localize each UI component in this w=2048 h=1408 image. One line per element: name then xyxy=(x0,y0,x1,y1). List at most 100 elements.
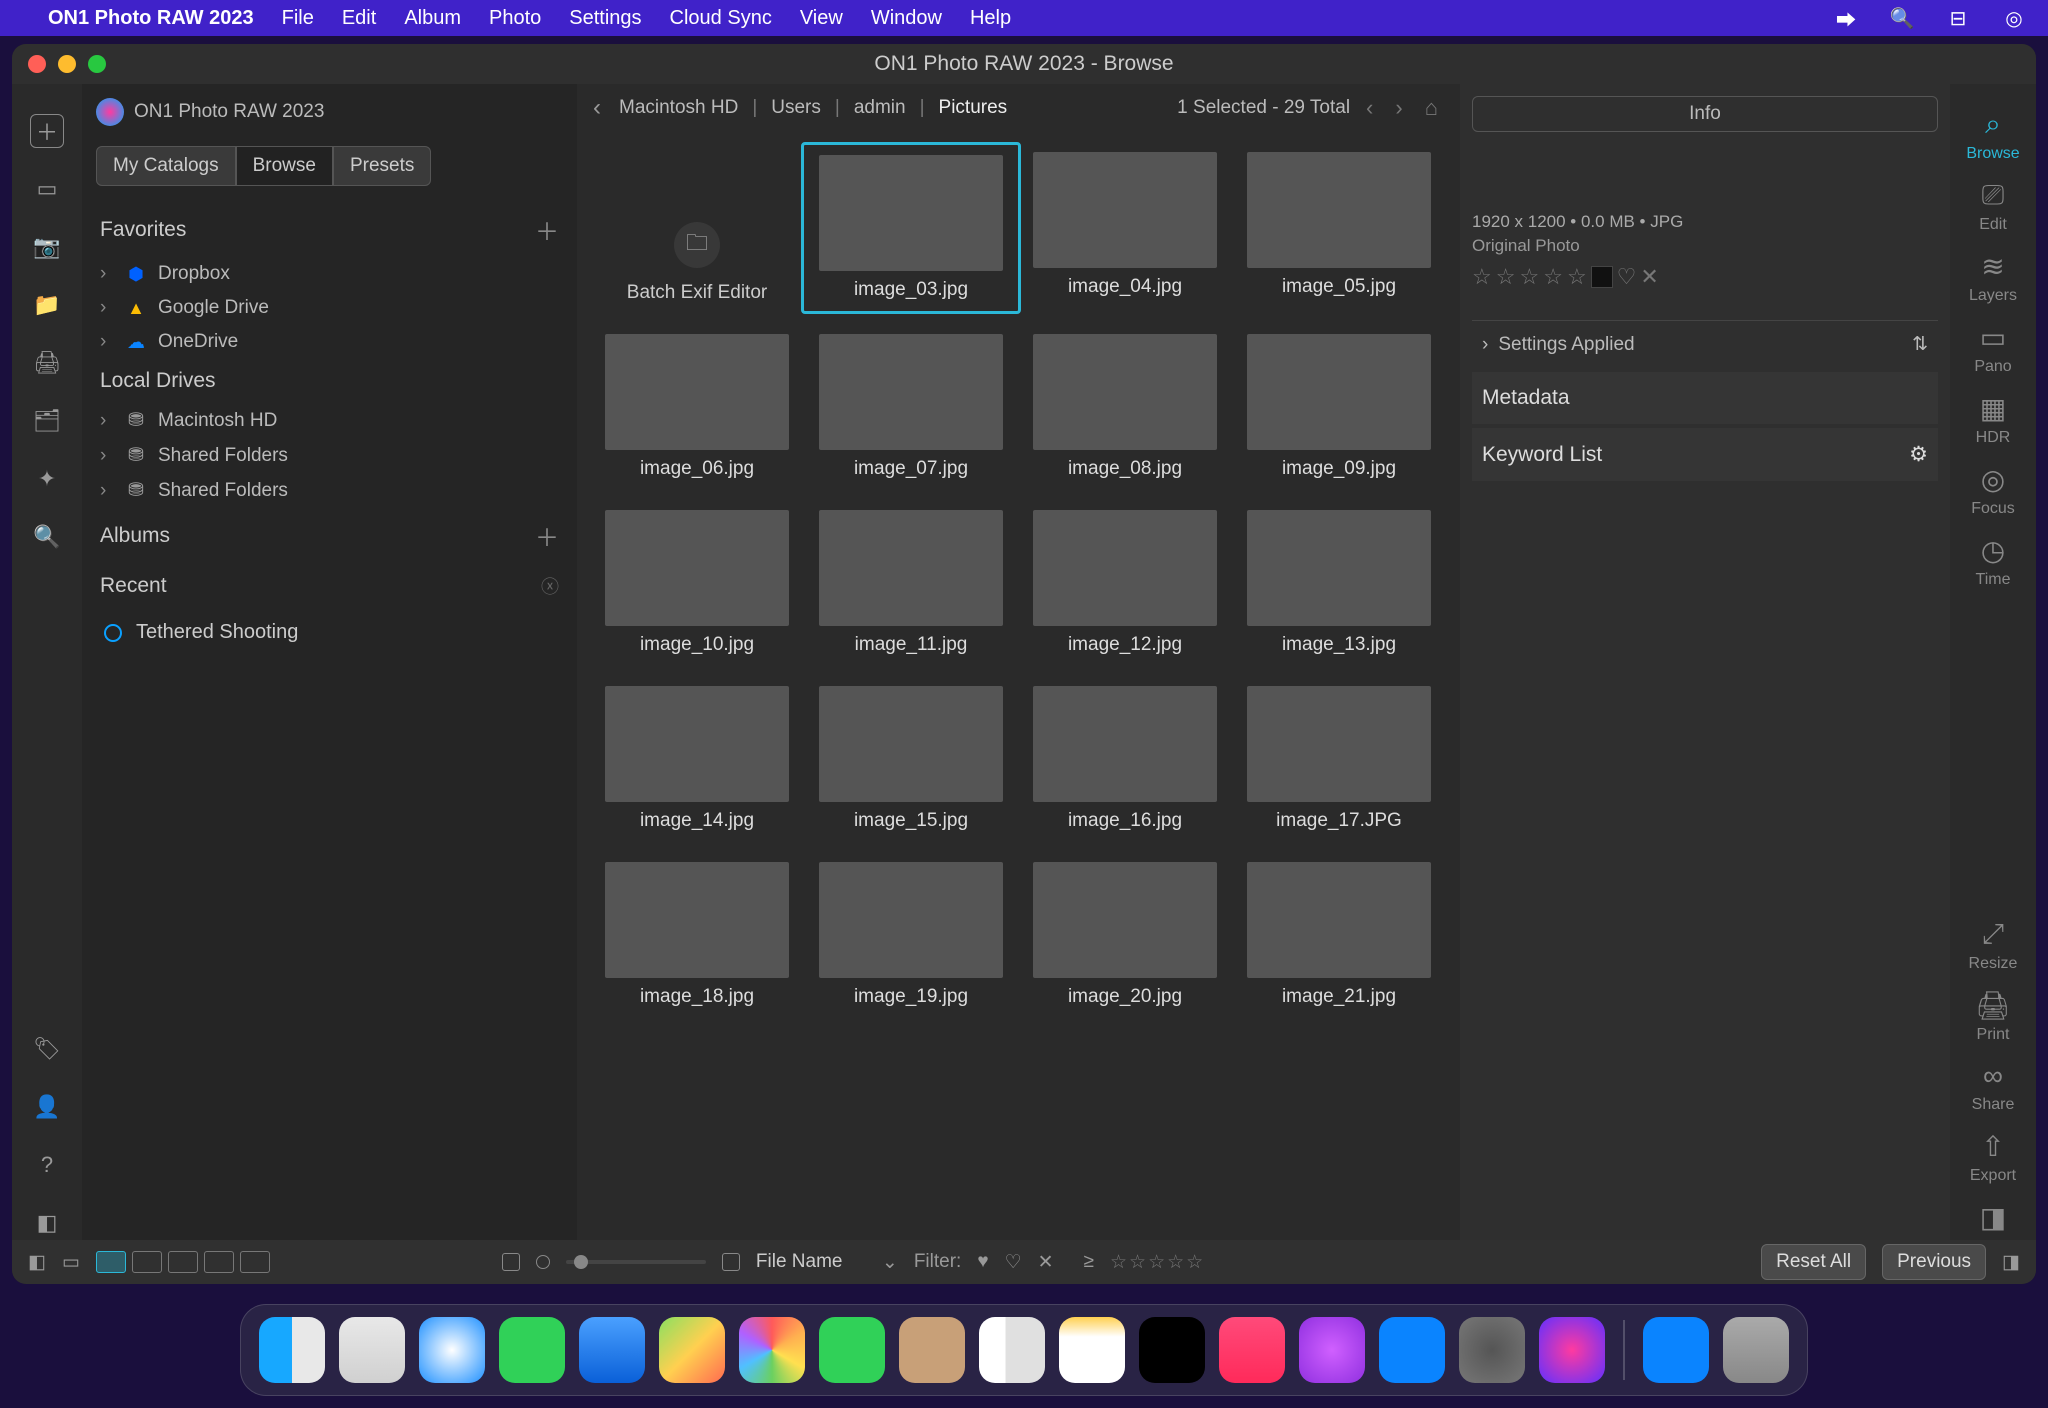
dock-music-icon[interactable] xyxy=(1219,1317,1285,1383)
options-icon[interactable]: ⇅ xyxy=(1912,333,1928,356)
maximize-window-button[interactable] xyxy=(88,55,106,73)
menu-cloud-sync[interactable]: Cloud Sync xyxy=(670,7,772,30)
tool-share[interactable]: ∞Share xyxy=(1950,1054,2036,1120)
sort-checkbox[interactable] xyxy=(722,1253,740,1271)
star-icon[interactable]: ☆ xyxy=(1543,264,1563,290)
print-icon[interactable]: 🖨 xyxy=(30,346,64,380)
lightbulb-icon[interactable]: ✦ xyxy=(30,462,64,496)
thumbnail[interactable]: image_10.jpg xyxy=(597,510,797,656)
import-folder-icon[interactable]: 📁 xyxy=(30,288,64,322)
thumbnail[interactable]: image_11.jpg xyxy=(811,510,1011,656)
filter-stars[interactable]: ☆☆☆☆☆ xyxy=(1110,1251,1205,1274)
recent-header[interactable]: Recent ⓧ xyxy=(82,563,577,609)
panel-toggle-icon[interactable]: ◧ xyxy=(28,1251,46,1274)
dock-settings-icon[interactable] xyxy=(1459,1317,1525,1383)
panel-toggle-icon[interactable]: ◨ xyxy=(2002,1251,2020,1274)
thumbnail[interactable]: image_19.jpg xyxy=(811,862,1011,1008)
sidebar-item-google-drive[interactable]: › ▲ Google Drive xyxy=(82,291,577,325)
menu-edit[interactable]: Edit xyxy=(342,7,376,30)
folder-up-icon[interactable]: ⌂ xyxy=(1425,95,1438,121)
search-icon[interactable]: 🔍 xyxy=(30,520,64,554)
settings-applied-row[interactable]: › Settings Applied ⇅ xyxy=(1472,320,1938,368)
thumbnail[interactable]: image_03.jpg xyxy=(801,142,1021,314)
filter-like-icon[interactable]: ♥ xyxy=(977,1251,988,1273)
dock-appletv-icon[interactable] xyxy=(1139,1317,1205,1383)
tab-browse[interactable]: Browse xyxy=(236,146,333,186)
rating-row[interactable]: ☆☆☆☆☆ ♡ ✕ xyxy=(1472,264,1938,290)
control-center-icon[interactable]: ⊟ xyxy=(1944,6,1972,31)
compare-view-icon[interactable] xyxy=(168,1251,198,1273)
siri-icon[interactable]: ◎ xyxy=(2000,6,2028,31)
info-panel-header[interactable]: Info xyxy=(1472,96,1938,132)
menu-settings[interactable]: Settings xyxy=(569,7,641,30)
dock-safari-icon[interactable] xyxy=(419,1317,485,1383)
sidebar-item-macintosh-hd[interactable]: › ⛃ Macintosh HD xyxy=(82,403,577,438)
dock-notes-icon[interactable] xyxy=(1059,1317,1125,1383)
tag-icon[interactable]: 🏷 xyxy=(30,1032,64,1066)
thumbnail[interactable]: image_08.jpg xyxy=(1025,334,1225,480)
previous-button[interactable]: Previous xyxy=(1882,1244,1986,1280)
dock-appstore-icon[interactable] xyxy=(1379,1317,1445,1383)
thumbnail[interactable]: image_06.jpg xyxy=(597,334,797,480)
thumbnail[interactable]: image_21.jpg xyxy=(1239,862,1439,1008)
tool-pano[interactable]: ▭Pano xyxy=(1950,315,2036,382)
sidebar-item-shared-folders[interactable]: › ⛃ Shared Folders xyxy=(82,438,577,473)
help-icon[interactable]: ? xyxy=(30,1148,64,1182)
user-icon[interactable]: 👤 xyxy=(30,1090,64,1124)
thumbnail[interactable]: image_20.jpg xyxy=(1025,862,1225,1008)
metadata-panel-header[interactable]: Metadata xyxy=(1472,372,1938,424)
favorites-header[interactable]: Favorites ＋ xyxy=(82,202,577,257)
dock-launchpad-icon[interactable] xyxy=(339,1317,405,1383)
albums-header[interactable]: Albums ＋ xyxy=(82,508,577,563)
filter-reject-icon[interactable]: ✕ xyxy=(1038,1251,1054,1274)
screen-icon[interactable]: ▭ xyxy=(30,172,64,206)
map-view-icon[interactable] xyxy=(240,1251,270,1273)
tab-presets[interactable]: Presets xyxy=(333,146,431,186)
dock-contacts-icon[interactable] xyxy=(899,1317,965,1383)
close-window-button[interactable] xyxy=(28,55,46,73)
dock-mail-icon[interactable] xyxy=(579,1317,645,1383)
filter-heart-icon[interactable]: ♡ xyxy=(1005,1251,1022,1274)
add-favorite-icon[interactable]: ＋ xyxy=(535,212,559,247)
next-image-icon[interactable]: › xyxy=(1395,95,1402,121)
thumbnail[interactable]: image_05.jpg xyxy=(1239,152,1439,304)
tool-edit[interactable]: ⎚Edit xyxy=(1950,173,2036,240)
thumbnail[interactable]: image_14.jpg xyxy=(597,686,797,832)
thumbnail[interactable]: image_16.jpg xyxy=(1025,686,1225,832)
star-icon[interactable]: ☆ xyxy=(1567,264,1587,290)
chevron-down-icon[interactable]: ⌄ xyxy=(882,1251,898,1274)
thumbnail[interactable]: image_07.jpg xyxy=(811,334,1011,480)
star-icon[interactable]: ☆ xyxy=(1496,264,1516,290)
breadcrumb-current[interactable]: Pictures xyxy=(939,97,1008,119)
dock-downloads-icon[interactable] xyxy=(1643,1317,1709,1383)
menu-file[interactable]: File xyxy=(282,7,314,30)
sidebar-item-shared-folders-2[interactable]: › ⛃ Shared Folders xyxy=(82,473,577,508)
thumbnail[interactable]: image_18.jpg xyxy=(597,862,797,1008)
thumbnail[interactable]: image_17.JPG xyxy=(1239,686,1439,832)
tool-focus[interactable]: ◎Focus xyxy=(1950,457,2036,524)
add-album-icon[interactable]: ＋ xyxy=(535,518,559,553)
tool-hdr[interactable]: ▦HDR xyxy=(1950,386,2036,453)
reset-all-button[interactable]: Reset All xyxy=(1761,1244,1866,1280)
camera-icon[interactable]: 📷 xyxy=(30,230,64,264)
survey-view-icon[interactable] xyxy=(204,1251,234,1273)
star-icon[interactable]: ☆ xyxy=(1472,264,1492,290)
filmstrip-view-icon[interactable]: ▭ xyxy=(62,1251,80,1274)
thumbnail[interactable]: image_09.jpg xyxy=(1239,334,1439,480)
stack-icon[interactable]: 🗂 xyxy=(30,404,64,438)
spotlight-icon[interactable]: 🔍 xyxy=(1888,6,1916,31)
menu-help[interactable]: Help xyxy=(970,7,1011,30)
dock-trash-icon[interactable] xyxy=(1723,1317,1789,1383)
panel-toggle-left-icon[interactable]: ◧ xyxy=(30,1206,64,1240)
dock-finder-icon[interactable] xyxy=(259,1317,325,1383)
thumbnail-size-slider[interactable] xyxy=(566,1260,706,1264)
menubar-app-name[interactable]: ON1 Photo RAW 2023 xyxy=(48,7,254,30)
local-drives-header[interactable]: Local Drives xyxy=(82,359,577,403)
sort-field-dropdown[interactable] xyxy=(756,1251,866,1273)
grid-view-icon[interactable] xyxy=(96,1251,126,1273)
tool-print[interactable]: 🖨Print xyxy=(1950,983,2036,1050)
tool-layers[interactable]: ≋Layers xyxy=(1950,244,2036,311)
prev-image-icon[interactable]: ‹ xyxy=(1366,95,1373,121)
breadcrumb-part[interactable]: Users xyxy=(771,97,821,119)
sidebar-item-dropbox[interactable]: › ⬢ Dropbox xyxy=(82,257,577,291)
